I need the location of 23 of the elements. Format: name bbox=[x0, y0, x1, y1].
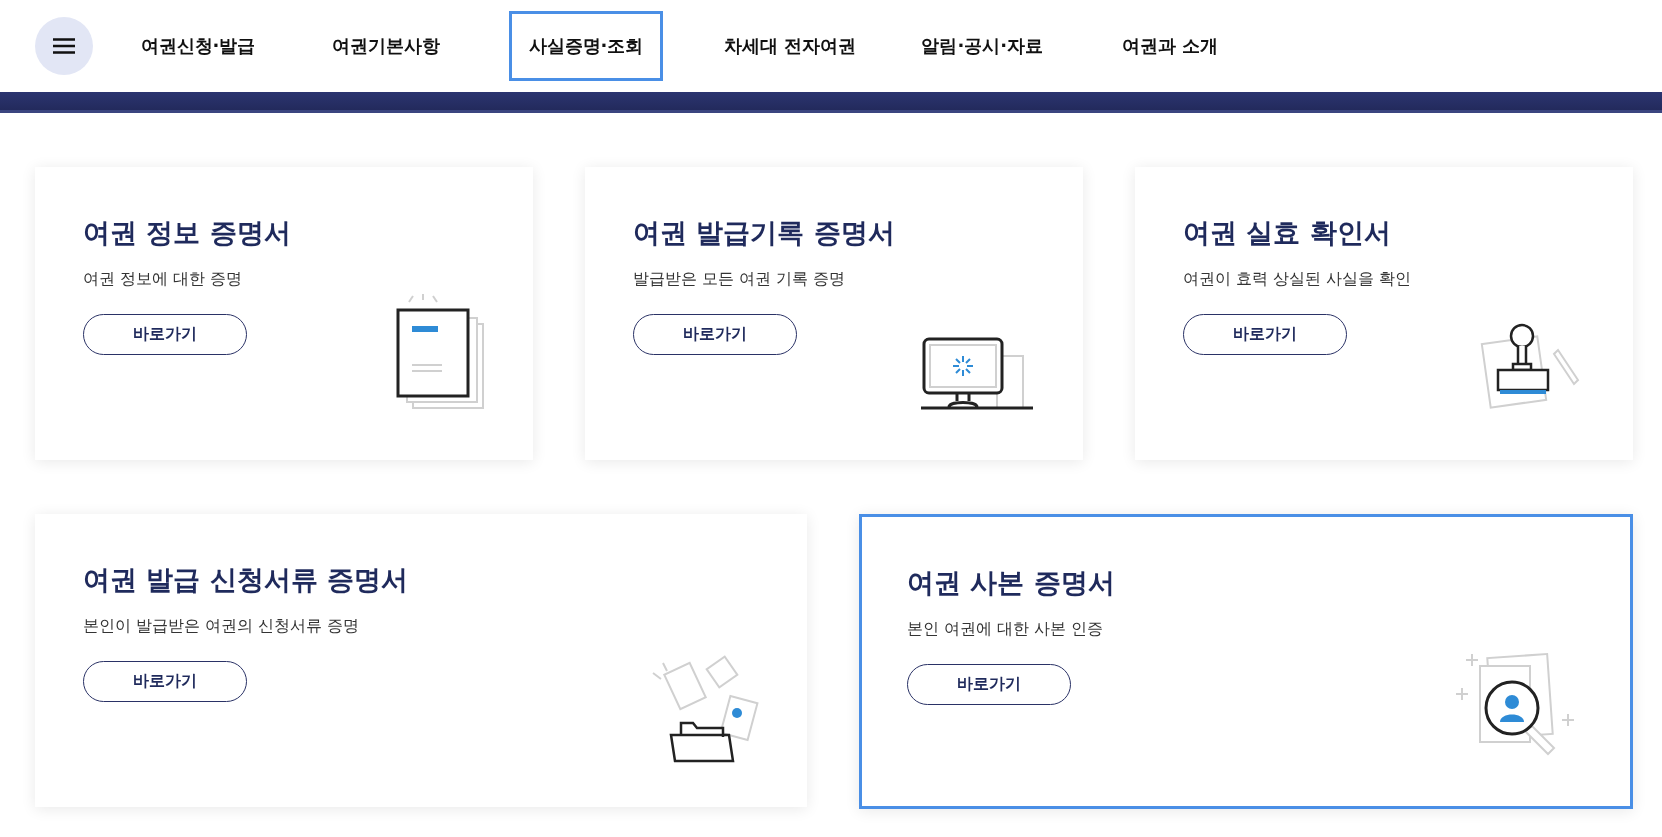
nav-link[interactable]: 차세대 전자여권 bbox=[721, 11, 860, 81]
computer-icon bbox=[921, 336, 1033, 410]
menu-icon bbox=[53, 38, 75, 54]
card-description: 본인 여권에 대한 사본 인증 bbox=[907, 619, 1104, 640]
card-description: 여권이 효력 상실된 사실을 확인 bbox=[1183, 269, 1412, 290]
card-description: 본인이 발급받은 여권의 신청서류 증명 bbox=[83, 616, 360, 637]
shortcut-button[interactable]: 바로가기 bbox=[83, 314, 247, 355]
nav-link[interactable]: 알림·공시·자료 bbox=[917, 11, 1048, 81]
card-title: 여권 발급기록 증명서 bbox=[633, 216, 895, 250]
shortcut-button[interactable]: 바로가기 bbox=[633, 314, 797, 355]
nav-link[interactable]: 여권과 소개 bbox=[1105, 11, 1236, 81]
card-title: 여권 발급 신청서류 증명서 bbox=[83, 563, 409, 597]
nav-link[interactable]: 여권신청·발급 bbox=[133, 11, 263, 81]
card-description: 발급받은 모든 여권 기록 증명 bbox=[633, 269, 846, 290]
card-title: 여권 정보 증명서 bbox=[83, 216, 291, 250]
card-title: 여권 실효 확인서 bbox=[1183, 216, 1391, 250]
card-title: 여권 사본 증명서 bbox=[907, 566, 1115, 600]
nav-link[interactable]: 여권기본사항 bbox=[321, 11, 451, 81]
shortcut-button[interactable]: 바로가기 bbox=[1183, 314, 1347, 355]
nav-link[interactable]: 사실증명·조회 bbox=[509, 11, 663, 81]
shortcut-button[interactable]: 바로가기 bbox=[83, 661, 247, 702]
card-description: 여권 정보에 대한 증명 bbox=[83, 269, 243, 290]
shortcut-button[interactable]: 바로가기 bbox=[907, 664, 1071, 705]
